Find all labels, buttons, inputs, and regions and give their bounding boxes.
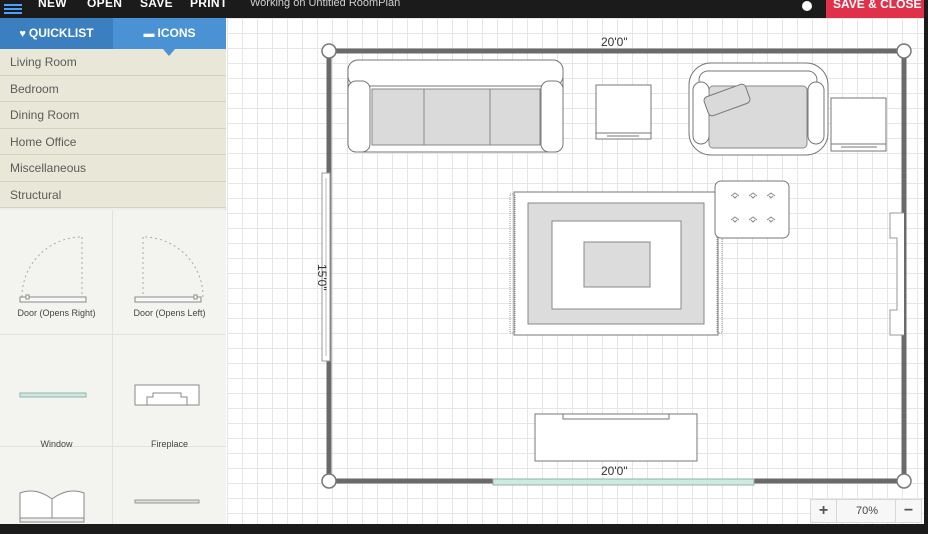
menu-save[interactable]: SAVE	[140, 0, 173, 10]
dimension-top: 20'0"	[601, 35, 628, 49]
tab-icons-label: ICONS	[157, 26, 196, 40]
double-door-icon	[19, 490, 85, 523]
zoom-out-button[interactable]: −	[895, 500, 921, 522]
corner-handle	[321, 473, 337, 489]
tab-icons[interactable]: ▬ ICONS	[113, 18, 226, 49]
category-dining-room[interactable]: Dining Room	[0, 102, 226, 129]
icon-tile-fireplace[interactable]: Fireplace	[113, 335, 226, 449]
tab-quicklist-label: QUICKLIST	[28, 26, 94, 40]
fireplace-icon	[134, 384, 200, 406]
corner-handle	[896, 473, 912, 489]
icon-label: Door (Opens Left)	[133, 308, 206, 318]
frame-edge	[924, 0, 928, 534]
wall-icon	[134, 499, 200, 504]
corner-handle	[321, 43, 337, 59]
tv-console	[534, 413, 698, 462]
category-structural[interactable]: Structural	[0, 181, 226, 208]
dimension-bottom: 20'0"	[601, 464, 628, 478]
area-rug	[509, 191, 723, 336]
floor-plan-canvas[interactable]: 20'0" 20'0" 15'0"	[227, 18, 924, 524]
menu-new[interactable]: NEW	[38, 0, 67, 10]
active-tab-pointer	[163, 49, 175, 56]
bottom-wall-window	[492, 478, 755, 486]
category-miscellaneous[interactable]: Miscellaneous	[0, 155, 226, 182]
help-icon[interactable]	[802, 1, 812, 11]
sidebar: ♥ QUICKLIST ▬ ICONS Living Room Bedroom Di…	[0, 18, 226, 524]
sofa	[347, 59, 564, 153]
tab-quicklist[interactable]: ♥ QUICKLIST	[0, 18, 113, 49]
frame-edge	[0, 524, 928, 534]
icon-tile-door-opens-right[interactable]: Door (Opens Right)	[0, 210, 113, 334]
end-table	[595, 84, 652, 140]
category-bedroom[interactable]: Bedroom	[0, 75, 226, 102]
icon-grid: Door (Opens Right) Door (Opens Left) Win…	[0, 210, 226, 524]
sidebar-tabs: ♥ QUICKLIST ▬ ICONS	[0, 18, 226, 49]
icon-tile-double-door[interactable]	[0, 447, 113, 524]
floor-plan	[321, 43, 912, 489]
dimension-left: 15'0"	[315, 264, 329, 291]
ottoman	[714, 180, 790, 239]
status-text: Working on Untitled RoomPlan	[250, 0, 401, 9]
save-close-button[interactable]: SAVE & CLOSE	[826, 0, 924, 18]
end-table	[830, 97, 887, 152]
hamburger-menu-icon[interactable]	[4, 2, 22, 16]
door-opens-right-icon	[19, 236, 87, 303]
icon-tile-door-opens-left[interactable]: Door (Opens Left)	[113, 210, 226, 334]
menu-print[interactable]: PRINT	[190, 0, 228, 10]
right-wall-doorway	[889, 212, 904, 336]
sofa-icon: ▬	[143, 28, 155, 40]
door-opens-left-icon	[134, 236, 204, 303]
armchair	[688, 62, 829, 156]
corner-handle	[896, 43, 912, 59]
zoom-in-button[interactable]: +	[811, 500, 837, 522]
icon-label: Door (Opens Right)	[17, 308, 96, 318]
category-home-office[interactable]: Home Office	[0, 128, 226, 155]
category-list: Living Room Bedroom Dining Room Home Off…	[0, 49, 226, 208]
menu-open[interactable]: OPEN	[87, 0, 122, 10]
icon-tile-wall[interactable]	[113, 447, 226, 524]
category-living-room[interactable]: Living Room	[0, 49, 226, 76]
top-toolbar: NEW OPEN SAVE PRINT Working on Untitled …	[0, 0, 924, 18]
icon-tile-window[interactable]: Window	[0, 335, 113, 449]
window-icon	[19, 392, 87, 398]
heart-icon: ♥	[19, 28, 26, 40]
zoom-control: + 70% −	[810, 499, 922, 523]
zoom-level: 70%	[855, 505, 879, 517]
